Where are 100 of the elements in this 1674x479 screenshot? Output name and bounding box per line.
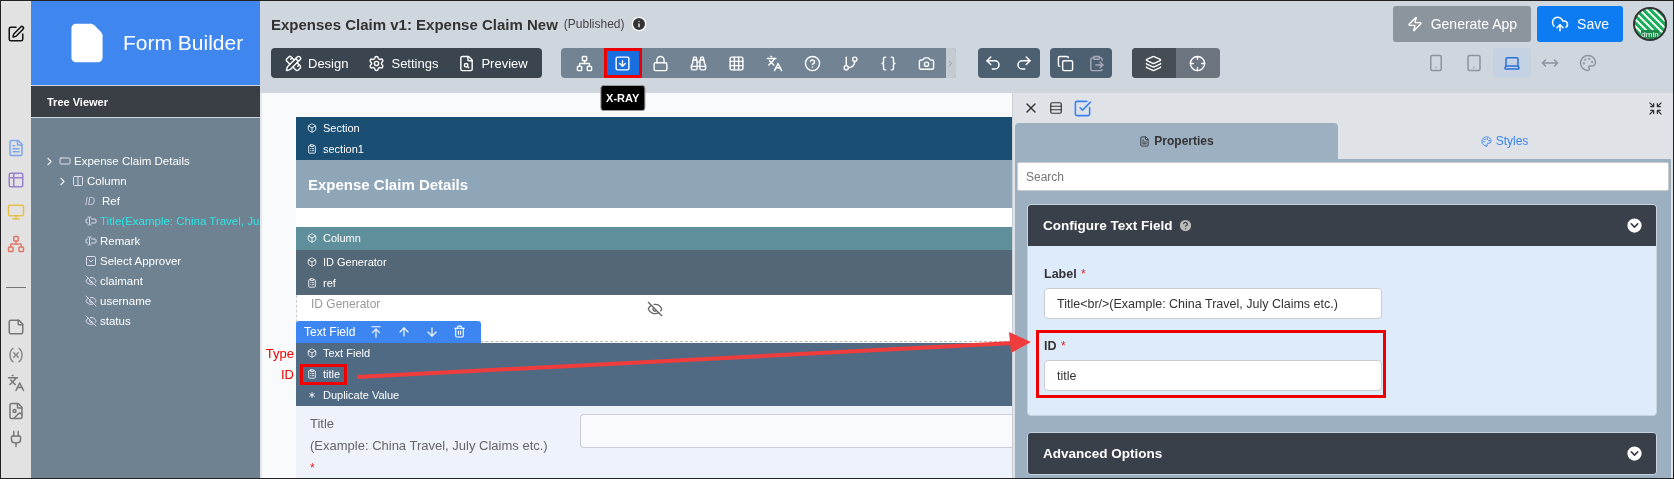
- move-top-button[interactable]: [369, 324, 384, 339]
- tree-item[interactable]: Remark: [100, 235, 141, 247]
- panel-button[interactable]: [1049, 101, 1063, 115]
- x-ray-icon: [614, 54, 632, 72]
- block-tag-text: ref: [323, 276, 336, 289]
- preview-icon: [458, 54, 476, 72]
- app-title: Form Builder: [123, 31, 244, 55]
- block-tag-text: section1: [323, 143, 364, 156]
- scroll-tab[interactable]: [945, 48, 956, 78]
- tree-item[interactable]: Column: [87, 175, 127, 187]
- block-tag-text: ID Generator: [323, 255, 387, 268]
- tree-item[interactable]: claimant: [100, 275, 143, 287]
- edit-icon[interactable]: [7, 25, 25, 43]
- block-tag-text: Duplicate Value: [323, 389, 400, 402]
- document-icon: [1139, 135, 1151, 147]
- move-up-button[interactable]: [397, 324, 412, 339]
- card-title: Advanced Options: [1043, 446, 1163, 461]
- block-tag-text: Column: [323, 232, 361, 245]
- tree-item[interactable]: Expense Claim Details: [74, 155, 190, 167]
- hierarchy-icon: [576, 54, 594, 72]
- arrow-up-icon: [397, 324, 412, 339]
- form-title: Expenses Claim v1: Expense Claim New: [271, 15, 558, 33]
- required-mark: *: [310, 460, 316, 477]
- translate-icon: [766, 54, 784, 72]
- binoculars-icon: [690, 54, 708, 72]
- delete-button[interactable]: [453, 325, 467, 339]
- required-mark: *: [1060, 339, 1066, 353]
- dropdown-icon: [85, 255, 97, 267]
- help-icon[interactable]: [1177, 218, 1193, 233]
- save-button[interactable]: Save: [1537, 6, 1623, 42]
- clipboard-icon: [307, 144, 317, 155]
- avatar-text: dmin: [1641, 30, 1659, 39]
- mode-button[interactable]: Settings: [360, 48, 447, 78]
- toolbar-label: Text Field: [304, 324, 356, 339]
- tree-item[interactable]: Ref: [102, 195, 120, 207]
- text-input[interactable]: title: [1044, 360, 1382, 391]
- text-field-icon: [85, 235, 97, 247]
- clipboard-icon: [307, 277, 317, 288]
- tab[interactable]: Properties: [1015, 123, 1338, 159]
- field-label: Title: [310, 415, 336, 433]
- shrink-icon: [1648, 100, 1663, 116]
- avatar[interactable]: dmin: [1633, 7, 1667, 41]
- mode-button[interactable]: Design: [277, 48, 357, 78]
- palette-icon: [1480, 135, 1492, 147]
- annotation-label: ID: [281, 366, 294, 382]
- device-button[interactable]: [1493, 48, 1531, 78]
- checkbox-icon: [1073, 98, 1092, 118]
- help-icon: [804, 54, 822, 72]
- required-mark: *: [1081, 267, 1086, 281]
- generate-app-button[interactable]: Generate App: [1392, 6, 1532, 42]
- status-label: (Published): [563, 17, 625, 31]
- branch-icon: [842, 54, 860, 72]
- hierarchy-icon[interactable]: [7, 235, 25, 253]
- note-icon[interactable]: [7, 318, 25, 336]
- cube-icon: [307, 123, 317, 134]
- layers-button[interactable]: [1131, 48, 1176, 78]
- columns-icon: [72, 175, 84, 187]
- tree-item[interactable]: Title(Example: China Travel, Ju: [100, 215, 260, 227]
- camera-icon: [918, 54, 936, 72]
- cloud-upload-icon: [1551, 15, 1570, 33]
- text-input[interactable]: [580, 414, 1012, 448]
- collapse-button[interactable]: [1648, 100, 1663, 116]
- section-icon: [59, 155, 71, 167]
- table-icon[interactable]: [7, 171, 25, 189]
- tree-item[interactable]: Select Approver: [100, 255, 182, 267]
- translate-icon[interactable]: [7, 374, 25, 392]
- panel-title: Tree Viewer: [31, 86, 260, 118]
- text-input[interactable]: Title<br/>(Example: China Travel, July Claims etc.): [1044, 288, 1382, 319]
- info-icon[interactable]: [630, 16, 647, 32]
- section-title: Expense Claim Details: [296, 160, 1012, 208]
- redo-icon: [1015, 54, 1034, 72]
- lightning-icon: [1406, 16, 1423, 32]
- arrow-to-top-icon: [369, 324, 384, 339]
- lock-icon: [652, 54, 670, 72]
- tab[interactable]: Styles: [1338, 123, 1671, 159]
- paste-icon: [1087, 54, 1105, 72]
- card-title: Configure Text Field: [1043, 218, 1173, 233]
- document-icon[interactable]: [7, 139, 25, 157]
- checkbox-button[interactable]: [1073, 98, 1092, 118]
- mode-button[interactable]: Preview: [450, 48, 536, 78]
- variable-icon[interactable]: [7, 346, 25, 364]
- tree-item[interactable]: status: [100, 315, 131, 327]
- text-field-icon: [85, 215, 97, 227]
- trash-icon: [453, 325, 467, 339]
- search-field[interactable]: Search: [1017, 162, 1669, 191]
- annotation-label: Type: [265, 345, 294, 361]
- eye-off-icon: [85, 275, 97, 287]
- block-tag-text: Text Field: [323, 347, 371, 360]
- clipboard-icon: [307, 369, 317, 380]
- tablet-icon: [1465, 54, 1483, 72]
- chevron-down-icon[interactable]: [1625, 444, 1644, 463]
- copy-icon: [1056, 54, 1074, 72]
- eye-off-icon: [646, 300, 663, 317]
- eye-off-icon: [85, 315, 97, 327]
- tree-item[interactable]: username: [100, 295, 152, 307]
- undo-icon: [984, 54, 1003, 72]
- design-icon: [285, 54, 302, 72]
- asterisk-icon: [307, 390, 317, 401]
- chevron-down-icon[interactable]: [1625, 216, 1644, 235]
- image-file-icon[interactable]: [7, 402, 25, 420]
